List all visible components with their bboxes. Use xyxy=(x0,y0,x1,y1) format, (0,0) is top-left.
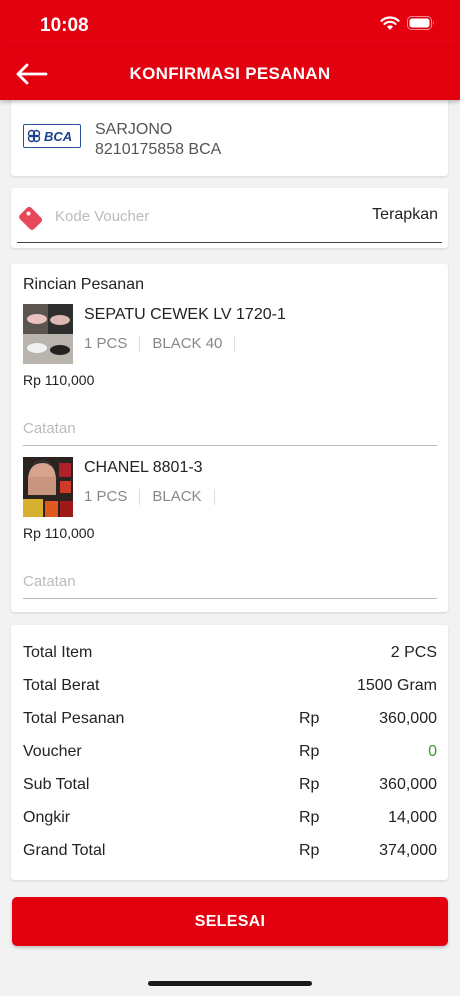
app-header: KONFIRMASI PESANAN xyxy=(0,48,460,100)
order-details-title: Rincian Pesanan xyxy=(23,276,144,293)
battery-icon xyxy=(407,16,434,30)
product-meta: 1 PCS BLACK xyxy=(84,488,227,505)
order-note-input[interactable] xyxy=(23,565,437,599)
voucher-code-input[interactable] xyxy=(55,204,315,228)
bank-account-card: BCA SARJONO 8210175858 BCA xyxy=(11,96,448,176)
summary-row-total-order: Total Pesanan Rp 360,000 xyxy=(23,708,437,732)
product-variant: BLACK xyxy=(152,488,202,505)
summary-label: Ongkir xyxy=(23,809,71,826)
product-meta: 1 PCS BLACK 40 xyxy=(84,335,247,352)
order-details-card: Rincian Pesanan SEPATU CEWEK LV 1720-1 1… xyxy=(11,264,448,612)
apply-voucher-button[interactable]: Terapkan xyxy=(372,206,438,224)
status-time: 10:08 xyxy=(40,15,89,36)
home-indicator xyxy=(148,981,312,986)
summary-currency: Rp xyxy=(299,743,320,760)
voucher-card: Terapkan xyxy=(11,188,448,248)
bank-account-number: 8210175858 BCA xyxy=(95,141,222,158)
summary-label: Sub Total xyxy=(23,776,90,793)
summary-currency: Rp xyxy=(299,809,320,826)
summary-value: 1500 Gram xyxy=(356,677,437,694)
summary-row-total-item: Total Item 2 PCS xyxy=(23,642,437,666)
product-price: Rp 110,000 xyxy=(23,372,95,388)
summary-row-total-weight: Total Berat 1500 Gram xyxy=(23,675,437,699)
order-note-input[interactable] xyxy=(23,412,437,446)
summary-label: Total Pesanan xyxy=(23,710,125,727)
summary-value: 14,000 xyxy=(388,809,437,826)
summary-value: 360,000 xyxy=(379,776,437,793)
product-quantity: 1 PCS xyxy=(84,335,128,352)
summary-label: Voucher xyxy=(23,743,82,760)
finish-button[interactable]: SELESAI xyxy=(12,897,448,946)
summary-label: Total Berat xyxy=(23,677,100,694)
summary-value: 360,000 xyxy=(379,710,437,727)
product-price: Rp 110,000 xyxy=(23,525,95,541)
product-thumbnail[interactable] xyxy=(23,304,73,364)
page-title: KONFIRMASI PESANAN xyxy=(129,64,331,83)
product-variant: BLACK 40 xyxy=(152,335,223,352)
status-bar: 10:08 xyxy=(0,0,460,48)
summary-currency: Rp xyxy=(299,842,320,859)
summary-value: 0 xyxy=(428,743,437,760)
summary-value: 2 PCS xyxy=(390,644,437,661)
summary-currency: Rp xyxy=(299,710,320,727)
product-quantity: 1 PCS xyxy=(84,488,128,505)
divider xyxy=(139,335,141,352)
divider xyxy=(234,335,236,352)
product-thumbnail[interactable] xyxy=(23,457,73,517)
bank-account-name: SARJONO xyxy=(95,121,173,138)
summary-row-voucher: Voucher Rp 0 xyxy=(23,741,437,765)
tag-icon xyxy=(19,206,43,230)
divider xyxy=(213,488,215,505)
summary-value: 374,000 xyxy=(379,842,437,859)
wifi-icon xyxy=(380,16,400,30)
bca-logo: BCA xyxy=(23,124,81,148)
summary-row-subtotal: Sub Total Rp 360,000 xyxy=(23,774,437,798)
bca-mark-icon xyxy=(27,129,41,143)
bca-logo-text: BCA xyxy=(44,128,73,144)
divider xyxy=(139,488,141,505)
summary-row-shipping: Ongkir Rp 14,000 xyxy=(23,807,437,831)
product-name: CHANEL 8801-3 xyxy=(84,459,203,476)
order-summary-card: Total Item 2 PCS Total Berat 1500 Gram T… xyxy=(11,625,448,880)
summary-label: Grand Total xyxy=(23,842,106,859)
voucher-underline xyxy=(17,241,442,243)
summary-row-grand-total: Grand Total Rp 374,000 xyxy=(23,840,437,864)
summary-label: Total Item xyxy=(23,644,93,661)
product-name: SEPATU CEWEK LV 1720-1 xyxy=(84,306,286,323)
summary-currency: Rp xyxy=(299,776,320,793)
